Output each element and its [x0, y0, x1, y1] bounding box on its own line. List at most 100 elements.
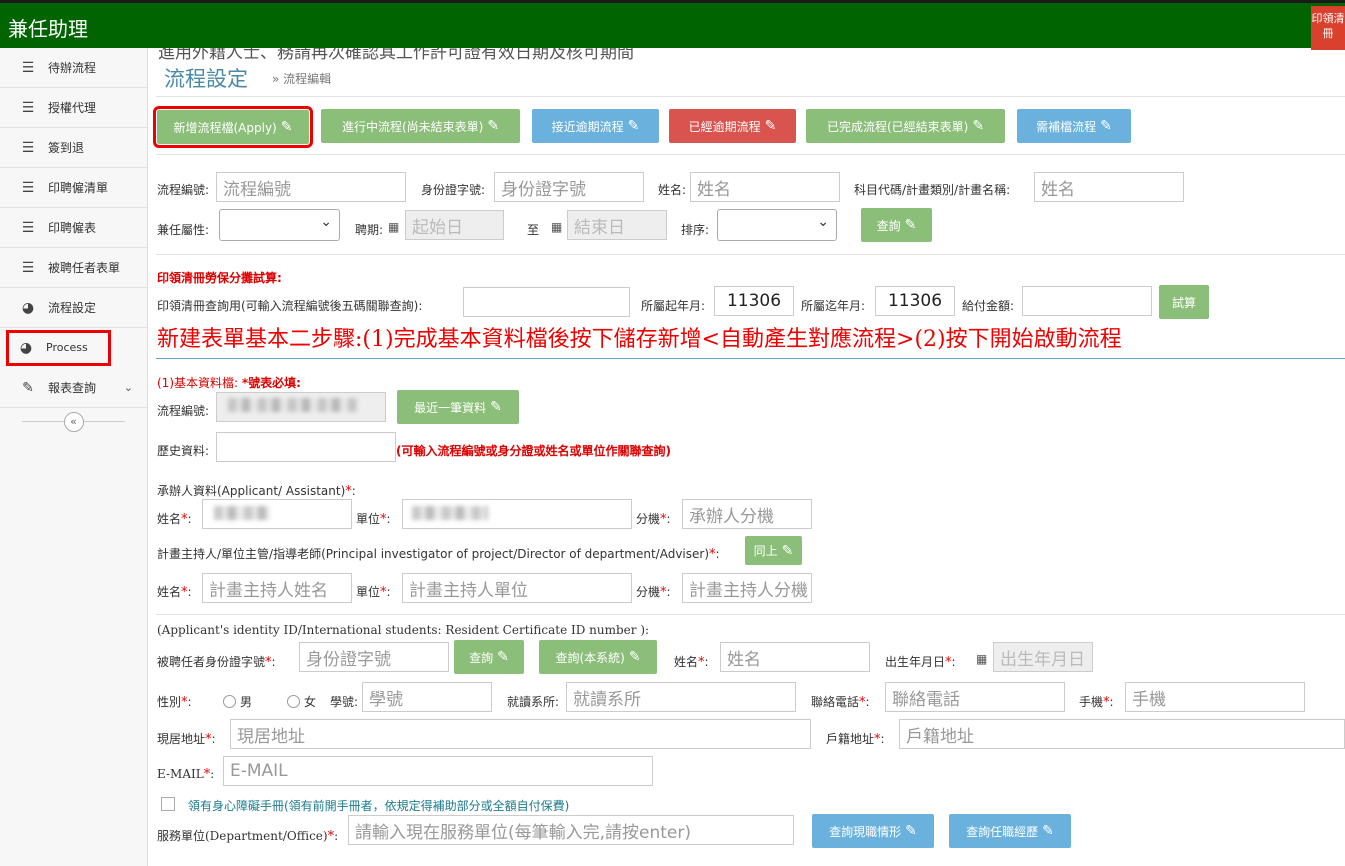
label-text: 分機: [636, 512, 661, 526]
end-date-input[interactable]: 結束日: [567, 210, 667, 240]
applicant-ext-input[interactable]: 承辦人分機: [682, 499, 812, 529]
basic-section-title: (1)基本資料檔: *號表必填:: [157, 374, 301, 391]
service-input[interactable]: 請輸入現在服務單位(每筆輸入完,請按enter): [348, 815, 794, 845]
sort-label: 排序:: [681, 223, 710, 237]
required-star: *: [203, 767, 211, 782]
dept-input[interactable]: 就讀系所: [566, 682, 796, 712]
mobile-input[interactable]: 手機: [1125, 682, 1305, 712]
appointee-name-label: 姓名*:: [674, 655, 709, 670]
sidebar-item-reports[interactable]: ✎ 報表查詢 ⌄: [0, 368, 147, 408]
redacted-value: [228, 398, 358, 412]
address-label: 現居地址*:: [157, 732, 216, 747]
pencil-icon: ✎: [490, 399, 502, 415]
current-job-button[interactable]: 查詢現職情形 ✎: [812, 814, 934, 848]
pencil-icon: ✎: [627, 118, 640, 134]
id-input[interactable]: 身份證字號: [494, 172, 644, 202]
subject-input[interactable]: 姓名: [1034, 172, 1184, 202]
calc-query-label: 印領清冊查詢用(可輸入流程編號後五碼關聯查詢):: [157, 299, 423, 313]
pencil-icon: ✎: [764, 118, 777, 134]
sidebar-item-print-form[interactable]: ☰ 印聘僱表: [0, 208, 147, 248]
sidebar-item-label: 簽到退: [48, 141, 85, 155]
label-text: 聯絡電話: [811, 695, 860, 709]
basic-flow-no-label: 流程編號:: [157, 404, 210, 418]
sidebar-item-checkin[interactable]: ☰ 簽到退: [0, 128, 147, 168]
principal-name-input[interactable]: 計畫主持人姓名: [202, 573, 352, 603]
history-label: 歷史資料:: [157, 444, 210, 458]
disability-checkbox[interactable]: [161, 797, 175, 811]
pencil-icon: ✎: [972, 118, 985, 134]
id-label: 身份證字號:: [421, 183, 486, 197]
gender-label: 性別*:: [157, 695, 192, 710]
type-select[interactable]: [219, 209, 340, 241]
gender-male-option[interactable]: 男: [223, 693, 252, 710]
sidebar-item-print-list[interactable]: ☰ 印聘僱清單: [0, 168, 147, 208]
principal-unit-input[interactable]: 計畫主持人單位: [402, 573, 632, 603]
completed-flow-button[interactable]: 已完成流程(已經結束表單) ✎: [806, 109, 1005, 143]
sort-select[interactable]: [717, 209, 837, 241]
phone-input[interactable]: 聯絡電話: [885, 682, 1065, 712]
main-content: 進用外籍人士、務請再次確認其工作許可證有效日期及核可期間 流程設定 » 流程編輯…: [148, 48, 1345, 866]
amount-input[interactable]: [1022, 286, 1152, 316]
try-calc-button[interactable]: 試算: [1159, 285, 1209, 319]
birth-input[interactable]: 出生年月日: [993, 642, 1093, 672]
sidebar-item-todo[interactable]: ☰ 待辦流程: [0, 48, 147, 88]
supplement-flow-button[interactable]: 需補檔流程 ✎: [1017, 109, 1131, 143]
latest-record-button[interactable]: 最近一筆資料 ✎: [397, 390, 519, 424]
to-month-input[interactable]: 11306: [875, 286, 955, 316]
print-roster-button[interactable]: 印領清冊: [1311, 6, 1345, 50]
gender-female-option[interactable]: 女: [287, 693, 316, 710]
radio-button[interactable]: [287, 695, 300, 708]
button-label: 已經逾期流程: [688, 119, 761, 134]
divider: [156, 614, 1345, 615]
name-input[interactable]: 姓名: [690, 172, 840, 202]
sidebar-collapse[interactable]: «: [0, 408, 147, 436]
sidebar-item-label: 印聘僱表: [48, 221, 97, 235]
collapse-icon[interactable]: «: [63, 412, 84, 432]
sidebar-item-process[interactable]: ◕ Process: [6, 330, 111, 366]
same-as-above-button[interactable]: 同上 ✎: [745, 536, 802, 565]
label-text: E-MAIL: [157, 767, 204, 781]
job-history-button[interactable]: 查詢任職經歷 ✎: [949, 814, 1071, 848]
sidebar-item-flow-settings[interactable]: ◕ 流程設定: [0, 288, 147, 328]
appointee-id-note: (Applicant's identity ID/International s…: [157, 623, 650, 637]
email-input[interactable]: E-MAIL: [223, 756, 653, 786]
principal-section-label: 計畫主持人/單位主管/指導老師(Principal investigator o…: [157, 547, 720, 562]
appointee-name-input[interactable]: 姓名: [720, 642, 870, 672]
sidebar-item-delegate[interactable]: ☰ 授權代理: [0, 88, 147, 128]
in-progress-flow-button[interactable]: 進行中流程(尚未結束表單) ✎: [321, 109, 520, 143]
birth-label: 出生年月日*:: [885, 655, 956, 670]
divider: [156, 358, 1345, 359]
required-star: *: [660, 512, 667, 527]
calc-query-input[interactable]: [463, 287, 630, 317]
menu-icon: ☰: [21, 99, 35, 116]
required-star: *: [181, 695, 188, 710]
start-date-input[interactable]: 起始日: [405, 210, 504, 240]
radio-button[interactable]: [223, 695, 236, 708]
name-label: 姓名:: [658, 183, 687, 197]
appointee-id-input[interactable]: 身份證字號: [299, 642, 449, 672]
appointee-query-local-button[interactable]: 查詢(本系統) ✎: [539, 640, 657, 674]
history-input[interactable]: [216, 432, 396, 462]
disability-label: 領有身心障礙手冊(領有前開手冊者，依規定得補助部分或全額自付保費): [188, 799, 570, 813]
address-input[interactable]: 現居地址: [230, 719, 811, 749]
overdue-flow-button[interactable]: 已經逾期流程 ✎: [669, 109, 796, 143]
sidebar-item-label: 流程設定: [48, 301, 97, 315]
label-text: 戶籍地址: [826, 732, 875, 746]
student-no-input[interactable]: 學號: [362, 682, 492, 712]
near-due-flow-button[interactable]: 接近逾期流程 ✎: [532, 109, 659, 143]
divider: [156, 96, 1345, 97]
label-text: 現居地址: [157, 732, 206, 746]
flow-no-input[interactable]: 流程編號: [216, 172, 406, 202]
required-star: *: [874, 732, 881, 747]
calc-section-title: 印領清冊勞保分攤試算:: [157, 271, 282, 285]
query-button[interactable]: 查詢 ✎: [861, 208, 932, 242]
domicile-input[interactable]: 戶籍地址: [899, 719, 1345, 749]
type-label: 兼任屬性:: [157, 223, 210, 237]
sidebar-item-appointee-form[interactable]: ☰ 被聘任者表單: [0, 248, 147, 288]
required-star: *: [380, 512, 387, 527]
from-month-input[interactable]: 11306: [714, 286, 794, 316]
appointee-query-button[interactable]: 查詢 ✎: [454, 640, 524, 674]
principal-ext-input[interactable]: 計畫主持人分機: [682, 573, 812, 603]
required-star: *: [698, 655, 705, 670]
new-flow-button[interactable]: 新增流程檔(Apply) ✎: [153, 106, 313, 148]
